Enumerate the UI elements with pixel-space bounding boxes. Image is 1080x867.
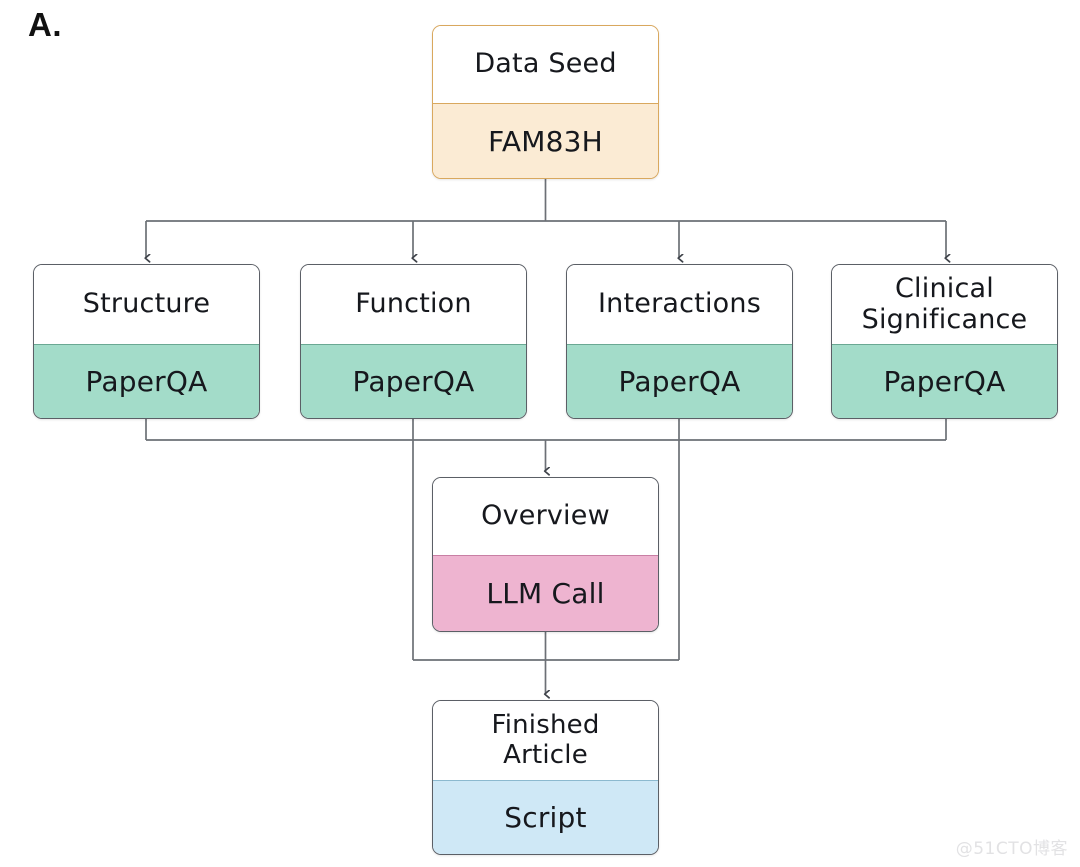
node-structure-title: Structure — [34, 265, 259, 344]
node-interactions-tool: PaperQA — [567, 344, 792, 418]
node-structure-tool: PaperQA — [34, 344, 259, 418]
node-data-seed-title: Data Seed — [433, 26, 658, 103]
diagram-canvas: A. Data Seed FAM83H Structure PaperQA Fu… — [0, 0, 1080, 867]
node-overview-title: Overview — [433, 478, 658, 555]
node-data-seed-value: FAM83H — [433, 103, 658, 178]
node-overview[interactable]: Overview LLM Call — [432, 477, 659, 632]
node-finished-article[interactable]: Finished Article Script — [432, 700, 659, 855]
node-function-title: Function — [301, 265, 526, 344]
node-function-tool: PaperQA — [301, 344, 526, 418]
watermark: @51CTO博客 — [955, 839, 1068, 859]
node-interactions[interactable]: Interactions PaperQA — [566, 264, 793, 419]
node-overview-tool: LLM Call — [433, 555, 658, 631]
node-structure[interactable]: Structure PaperQA — [33, 264, 260, 419]
node-finished-article-title: Finished Article — [433, 701, 658, 780]
node-function[interactable]: Function PaperQA — [300, 264, 527, 419]
node-data-seed[interactable]: Data Seed FAM83H — [432, 25, 659, 179]
node-clinical-significance-tool: PaperQA — [832, 344, 1057, 418]
node-clinical-significance-title: Clinical Significance — [832, 265, 1057, 344]
node-interactions-title: Interactions — [567, 265, 792, 344]
panel-label: A. — [28, 6, 62, 43]
node-finished-article-tool: Script — [433, 780, 658, 854]
node-clinical-significance[interactable]: Clinical Significance PaperQA — [831, 264, 1058, 419]
